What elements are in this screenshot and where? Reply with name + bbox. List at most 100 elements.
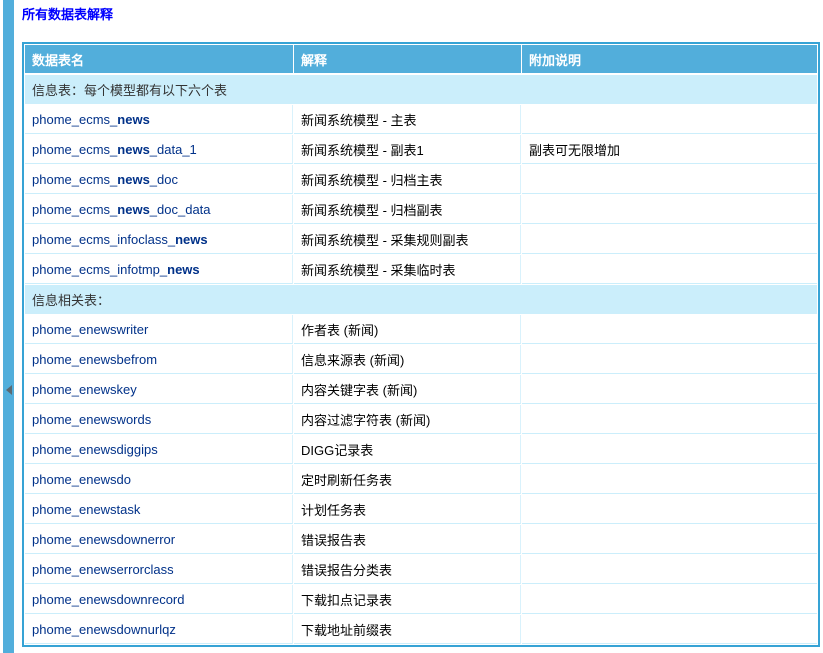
table-explanation-cell: 定时刷新任务表 (294, 465, 521, 494)
table-row: phome_enewsdo 定时刷新任务表 (25, 465, 817, 494)
table-name-cell: phome_ecms_infoclass_news (25, 225, 293, 254)
table-name-bold-part: news (167, 262, 200, 277)
table-row: phome_ecms_news_doc 新闻系统模型 - 归档主表 (25, 165, 817, 194)
table-name-bold-part: news (117, 112, 150, 127)
table-name-link[interactable]: phome_enewsdownurlqz (32, 622, 176, 637)
table-explanation-cell: 信息来源表 (新闻) (294, 345, 521, 374)
table-row: phome_enewsdiggips DIGG记录表 (25, 435, 817, 464)
table-note-cell (522, 165, 817, 194)
table-explanation-cell: 新闻系统模型 - 归档副表 (294, 195, 521, 224)
table-name-link[interactable]: phome_enewsdiggips (32, 442, 158, 457)
table-note-cell: 副表可无限增加 (522, 135, 817, 164)
column-header-table-name: 数据表名 (25, 45, 293, 74)
table-name-cell: phome_ecms_news (25, 105, 293, 134)
table-name-link[interactable]: phome_enewsbefrom (32, 352, 157, 367)
table-name-link[interactable]: phome_ecms_infoclass_news (32, 232, 208, 247)
table-row: phome_ecms_infoclass_news 新闻系统模型 - 采集规则副表 (25, 225, 817, 254)
table-explanation-cell: 新闻系统模型 - 采集规则副表 (294, 225, 521, 254)
table-name-cell: phome_ecms_infotmp_news (25, 255, 293, 284)
table-name-cell: phome_enewskey (25, 375, 293, 404)
table-name-link[interactable]: phome_enewsdo (32, 472, 131, 487)
table-note-cell (522, 465, 817, 494)
table-explanation-cell: 新闻系统模型 - 归档主表 (294, 165, 521, 194)
table-name-prefix: phome_enewsdownurlqz (32, 622, 176, 637)
table-name-prefix: phome_enewswords (32, 412, 151, 427)
table-row: phome_enewswords内容过滤字符表 (新闻) (25, 405, 817, 434)
table-note-cell (522, 405, 817, 434)
table-name-link[interactable]: phome_ecms_news_doc (32, 172, 178, 187)
table-note-cell (522, 495, 817, 524)
table-row: phome_ecms_infotmp_news新闻系统模型 - 采集临时表 (25, 255, 817, 284)
table-name-link[interactable]: phome_enewstask (32, 502, 140, 517)
table-name-suffix: _doc_data (150, 202, 211, 217)
table-note-cell (522, 585, 817, 614)
table-explanation-cell: 错误报告分类表 (294, 555, 521, 584)
table-name-prefix: phome_enewsdo (32, 472, 131, 487)
table-row: phome_enewserrorclass 错误报告分类表 (25, 555, 817, 584)
section-label: 信息相关表： (25, 285, 817, 314)
table-name-link[interactable]: phome_enewsdownrecord (32, 592, 184, 607)
table-note-cell (522, 615, 817, 644)
table-note-cell (522, 345, 817, 374)
table-name-cell: phome_enewswriter (25, 315, 293, 344)
table-row: phome_ecms_news 新闻系统模型 - 主表 (25, 105, 817, 134)
table-explanation-cell: 下载地址前缀表 (294, 615, 521, 644)
table-name-cell: phome_enewsdownrecord (25, 585, 293, 614)
table-name-link[interactable]: phome_ecms_news (32, 112, 150, 127)
table-name-prefix: phome_ecms_ (32, 142, 117, 157)
table-explanation-cell: 新闻系统模型 - 主表 (294, 105, 521, 134)
table-name-link[interactable]: phome_ecms_news_data_1 (32, 142, 197, 157)
frame-divider[interactable] (3, 0, 14, 653)
table-name-cell: phome_enewsdownerror (25, 525, 293, 554)
main-content: 所有数据表解释 数据表名 解释 附加说明 信息表：每个模型都有以下六个表phom… (22, 0, 822, 647)
table-name-link[interactable]: phome_ecms_infotmp_news (32, 262, 200, 277)
table-name-link[interactable]: phome_ecms_news_doc_data (32, 202, 211, 217)
table-name-prefix: phome_enewserrorclass (32, 562, 174, 577)
table-name-cell: phome_enewsdownurlqz (25, 615, 293, 644)
table-row: phome_enewsdownrecord下载扣点记录表 (25, 585, 817, 614)
table-name-cell: phome_ecms_news_doc (25, 165, 293, 194)
column-header-note: 附加说明 (522, 45, 817, 74)
database-tables-table: 数据表名 解释 附加说明 信息表：每个模型都有以下六个表phome_ecms_n… (22, 42, 820, 647)
table-explanation-cell: 新闻系统模型 - 副表1 (294, 135, 521, 164)
table-name-cell: phome_enewsdo (25, 465, 293, 494)
table-name-bold-part: news (117, 172, 150, 187)
table-name-prefix: phome_enewswriter (32, 322, 148, 337)
table-name-link[interactable]: phome_enewsdownerror (32, 532, 175, 547)
table-name-prefix: phome_enewsdownerror (32, 532, 175, 547)
table-note-cell (522, 375, 817, 404)
table-name-cell: phome_enewstask (25, 495, 293, 524)
table-name-prefix: phome_enewsbefrom (32, 352, 157, 367)
table-name-link[interactable]: phome_enewswords (32, 412, 151, 427)
table-row: phome_enewskey内容关键字表 (新闻) (25, 375, 817, 404)
table-name-prefix: phome_ecms_infoclass_ (32, 232, 175, 247)
table-name-cell: phome_ecms_news_data_1 (25, 135, 293, 164)
section-label: 信息表：每个模型都有以下六个表 (25, 75, 817, 104)
table-name-suffix: _doc (150, 172, 178, 187)
table-name-bold-part: news (117, 202, 150, 217)
table-note-cell (522, 555, 817, 584)
table-row: phome_ecms_news_doc_data 新闻系统模型 - 归档副表 (25, 195, 817, 224)
frame-collapse-button[interactable] (3, 382, 14, 398)
table-note-cell (522, 315, 817, 344)
table-name-link[interactable]: phome_enewskey (32, 382, 137, 397)
table-name-link[interactable]: phome_enewserrorclass (32, 562, 174, 577)
table-name-cell: phome_enewsdiggips (25, 435, 293, 464)
table-explanation-cell: DIGG记录表 (294, 435, 521, 464)
page-title: 所有数据表解释 (22, 7, 822, 23)
table-name-prefix: phome_ecms_ (32, 112, 117, 127)
table-name-link[interactable]: phome_enewswriter (32, 322, 148, 337)
table-explanation-cell: 计划任务表 (294, 495, 521, 524)
table-name-suffix: _data_1 (150, 142, 197, 157)
table-name-cell: phome_enewswords (25, 405, 293, 434)
section-row: 信息表：每个模型都有以下六个表 (25, 75, 817, 104)
section-row: 信息相关表： (25, 285, 817, 314)
table-row: phome_enewswriter作者表 (新闻) (25, 315, 817, 344)
table-row: phome_enewstask 计划任务表 (25, 495, 817, 524)
table-name-prefix: phome_enewstask (32, 502, 140, 517)
table-row: phome_enewsdownerror错误报告表 (25, 525, 817, 554)
table-note-cell (522, 435, 817, 464)
table-row: phome_enewsdownurlqz 下载地址前缀表 (25, 615, 817, 644)
table-note-cell (522, 195, 817, 224)
table-name-cell: phome_enewsbefrom (25, 345, 293, 374)
